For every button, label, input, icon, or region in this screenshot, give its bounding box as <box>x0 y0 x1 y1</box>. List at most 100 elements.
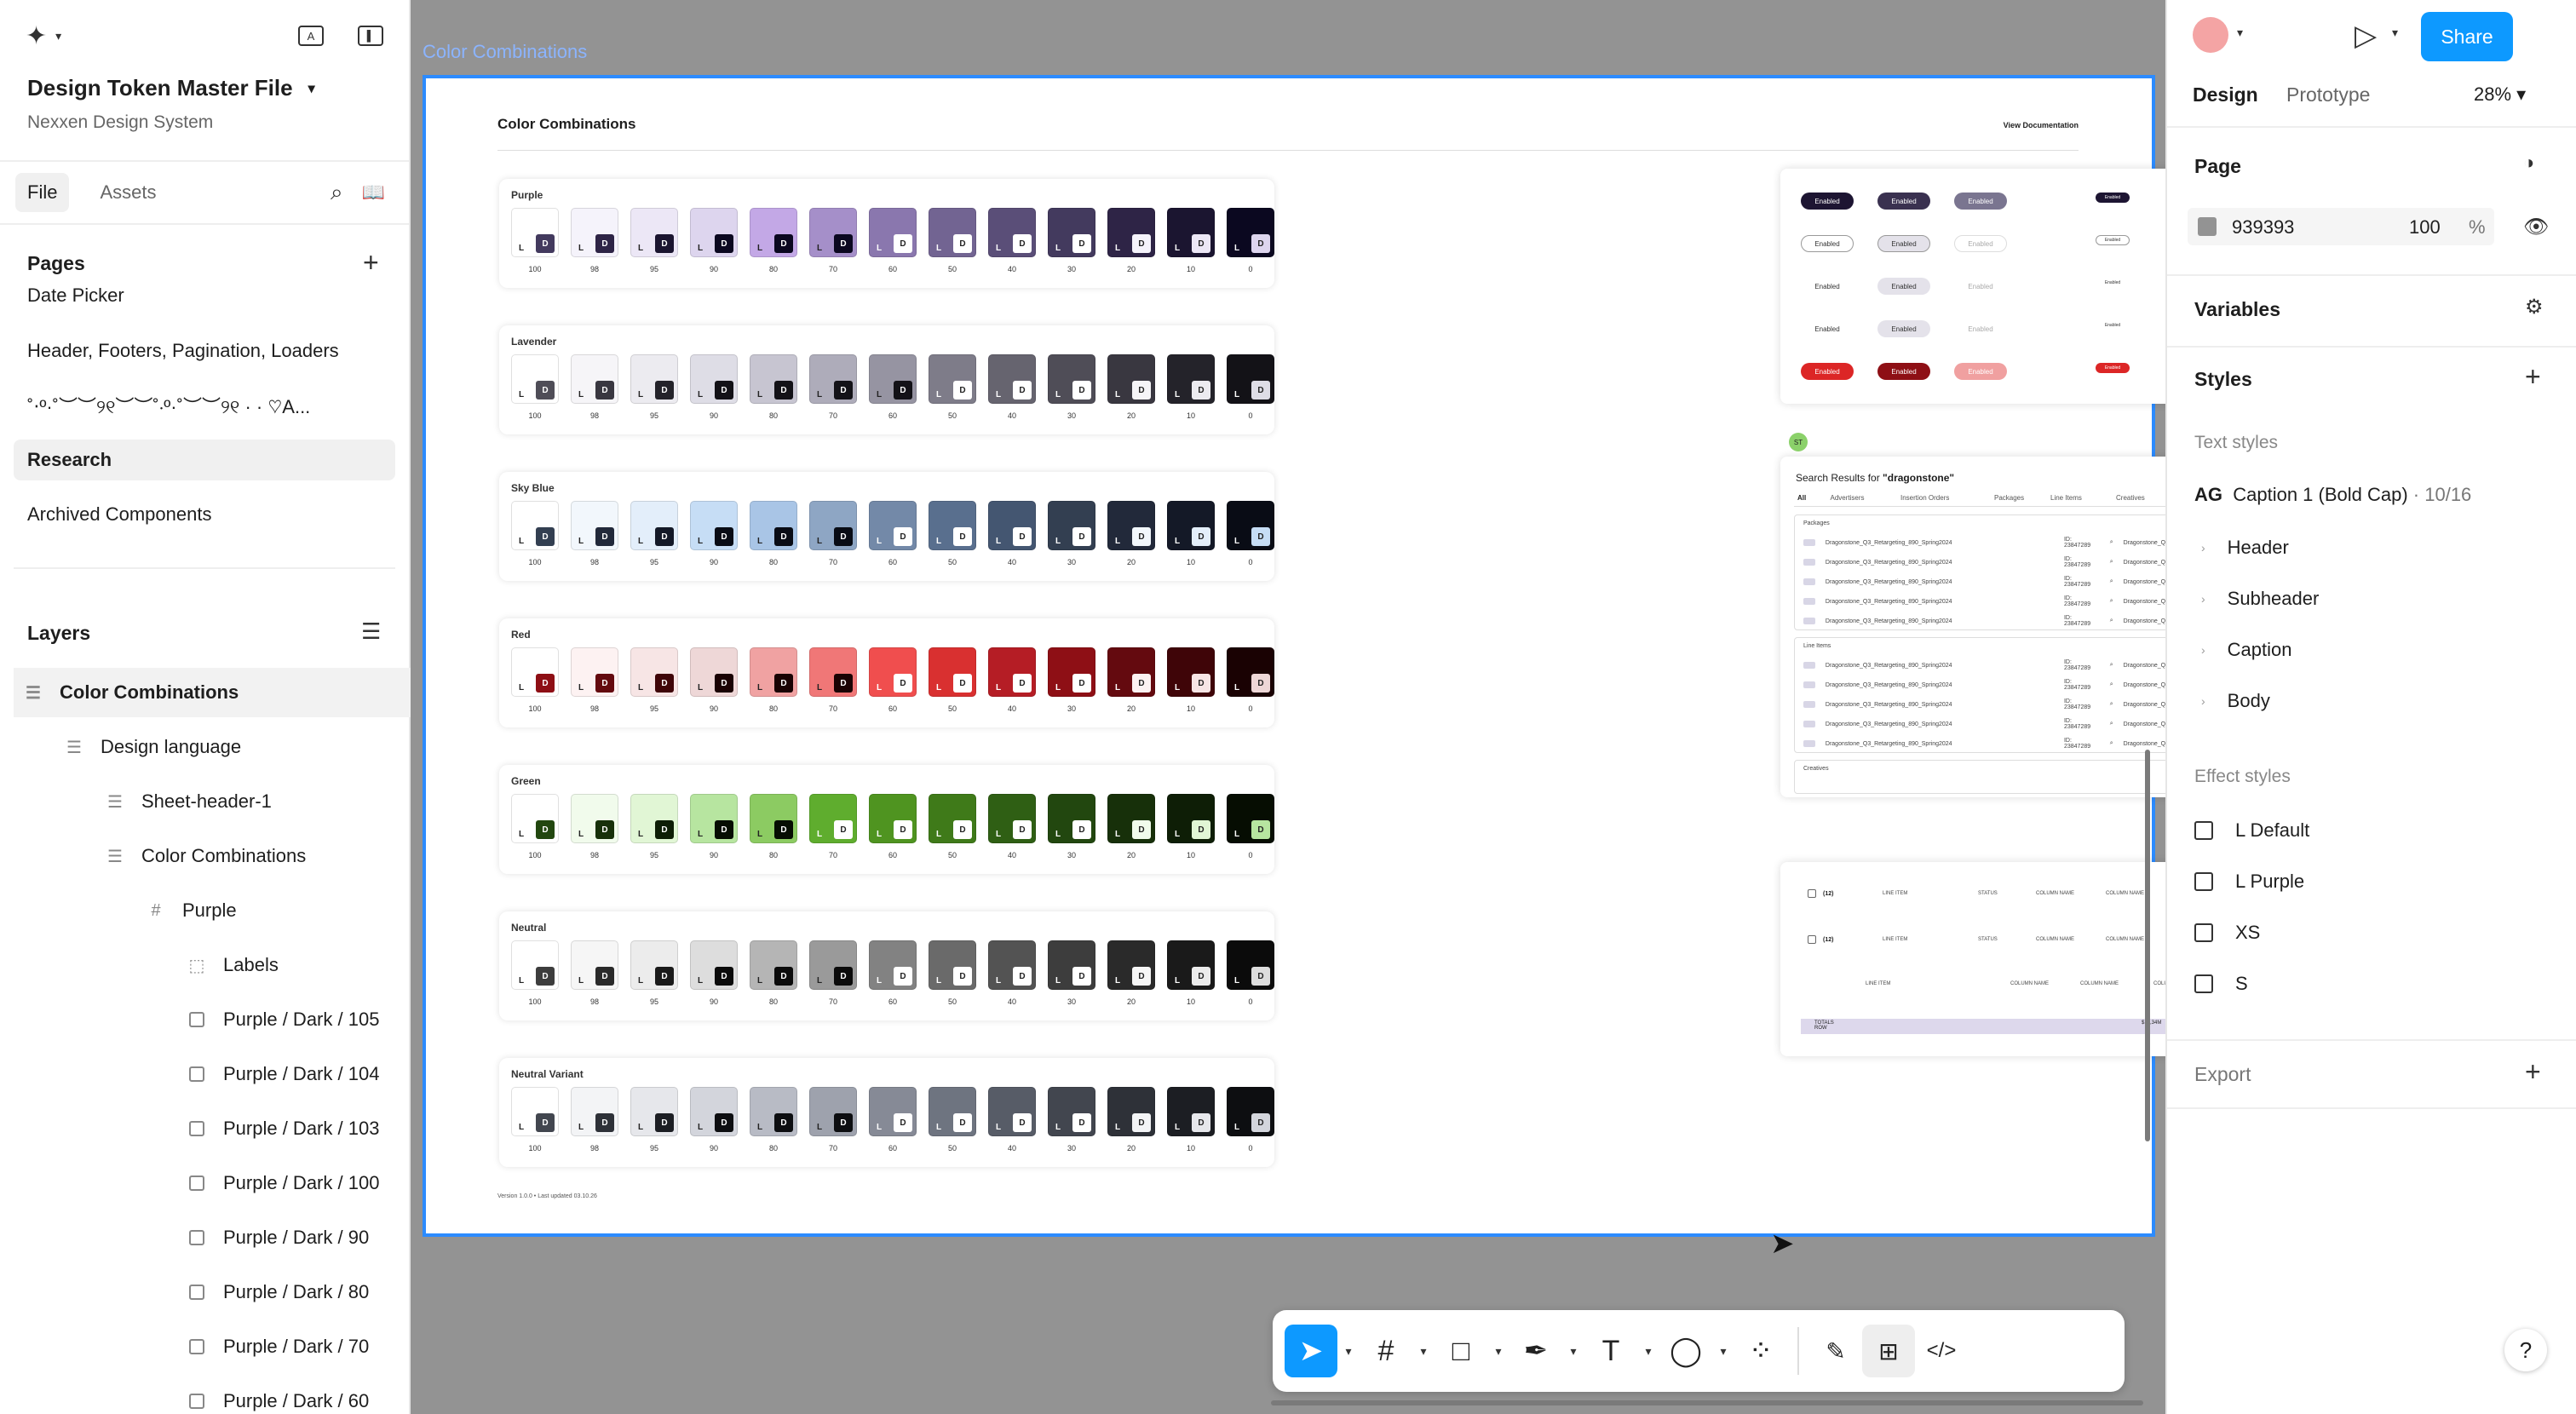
color-swatch[interactable]: LD <box>929 1087 976 1136</box>
sample-button[interactable]: Enabled <box>1877 193 1930 210</box>
color-swatch[interactable]: LD <box>809 794 857 843</box>
color-swatch[interactable]: LD <box>690 647 738 697</box>
sidebar-toggle-icon[interactable]: ▌ <box>358 26 383 46</box>
color-swatch[interactable]: LD <box>571 354 618 404</box>
avatar[interactable] <box>2193 17 2228 53</box>
page-item-archived[interactable]: Archived Components <box>14 494 395 535</box>
chevron-right-icon[interactable]: › <box>2201 643 2205 657</box>
color-swatch[interactable]: LD <box>1107 208 1155 257</box>
figma-menu-icon[interactable]: ✦ <box>26 21 47 51</box>
row-link[interactable]: Dragonstone_Q3_Retargeting_890_Spring202… <box>2124 682 2165 688</box>
search-row[interactable]: Dragonstone_Q3_Retargeting_890_Spring202… <box>1803 534 2165 551</box>
tab-prototype[interactable]: Prototype <box>2286 83 2370 106</box>
color-swatch[interactable]: LD <box>1107 1087 1155 1136</box>
color-swatch[interactable]: LD <box>1107 794 1155 843</box>
effect-style-item[interactable]: L Default <box>2194 819 2309 842</box>
search-tab[interactable]: Advertisers <box>1831 494 1865 502</box>
layer-item[interactable]: Purple / Dark / 90 <box>14 1213 411 1262</box>
layer-item[interactable]: ⬚ Labels <box>14 940 411 990</box>
column-header[interactable]: COLUMN NAME <box>2036 891 2074 896</box>
sample-button[interactable]: Enabled <box>1801 278 1854 295</box>
color-swatch[interactable]: LD <box>571 794 618 843</box>
color-swatch[interactable]: LD <box>1167 647 1215 697</box>
dev-mode-icon[interactable]: </> <box>1915 1325 1968 1377</box>
color-swatch[interactable]: LD <box>750 354 797 404</box>
chevron-down-icon[interactable]: ▾ <box>2237 26 2243 40</box>
tab-file[interactable]: File <box>15 173 70 212</box>
page-options-icon[interactable]: ◑ <box>2523 152 2534 174</box>
column-header[interactable]: COLUMN NAME <box>2106 891 2144 896</box>
row-checkbox[interactable] <box>1808 889 1816 898</box>
page-opacity-value[interactable]: 100 <box>2409 216 2441 239</box>
sample-button[interactable]: Enabled <box>1877 235 1930 252</box>
team-name[interactable]: Nexxen Design System <box>27 112 213 133</box>
search-row[interactable]: Dragonstone_Q3_Retargeting_890_Spring202… <box>1803 696 2165 713</box>
color-swatch[interactable]: LD <box>869 794 917 843</box>
color-swatch[interactable]: LD <box>630 794 678 843</box>
layer-item[interactable]: ☰ Color Combinations <box>14 831 411 881</box>
add-style-icon[interactable]: + <box>2525 361 2541 393</box>
chevron-down-icon[interactable]: ▾ <box>308 80 315 97</box>
row-link[interactable]: Dragonstone_Q3_Retargeting_890_Spring202… <box>2124 741 2165 747</box>
column-header[interactable]: COLUMN NAME <box>2106 937 2144 942</box>
tab-design[interactable]: Design <box>2193 83 2258 106</box>
color-swatch[interactable]: LD <box>630 647 678 697</box>
sample-button-small[interactable]: Enabled <box>2096 320 2130 331</box>
sample-button[interactable]: Enabled <box>1954 193 2007 210</box>
design-mode-icon[interactable]: ⊞ <box>1862 1325 1915 1377</box>
sample-button[interactable]: Enabled <box>1954 278 2007 295</box>
text-style-caption-1[interactable]: AG Caption 1 (Bold Cap) · 10/16 <box>2194 484 2471 506</box>
search-tab[interactable]: All <box>1797 494 1806 502</box>
page-color-value[interactable]: 939393 <box>2232 216 2294 239</box>
row-checkbox[interactable] <box>1808 935 1816 944</box>
color-swatch[interactable]: LD <box>511 501 559 550</box>
effect-style-item[interactable]: L Purple <box>2194 871 2304 893</box>
column-header[interactable]: COLUMN NAME <box>2153 981 2165 986</box>
sample-button-small[interactable]: Enabled <box>2096 193 2130 203</box>
color-swatch[interactable]: LD <box>929 354 976 404</box>
color-swatch[interactable]: LD <box>809 208 857 257</box>
page-color-field[interactable]: 939393 100 % <box>2188 208 2494 245</box>
frame-label[interactable]: Color Combinations <box>423 41 587 63</box>
chevron-down-icon[interactable]: ▾ <box>1337 1344 1360 1359</box>
color-swatch[interactable]: LD <box>1048 501 1095 550</box>
color-swatch[interactable]: LD <box>1227 208 1274 257</box>
present-icon[interactable]: ▷ <box>2355 19 2377 53</box>
share-button[interactable]: Share <box>2421 12 2513 61</box>
sample-button-small[interactable]: Enabled <box>2096 278 2130 288</box>
color-swatch[interactable]: LD <box>1048 208 1095 257</box>
color-swatch[interactable]: LD <box>1107 354 1155 404</box>
color-swatch[interactable]: LD <box>1048 794 1095 843</box>
layer-item[interactable]: ☰ Color Combinations <box>14 668 411 717</box>
color-swatch[interactable]: LD <box>750 501 797 550</box>
color-swatch[interactable]: LD <box>1048 1087 1095 1136</box>
search-row[interactable]: Dragonstone_Q3_Retargeting_890_Spring202… <box>1803 593 2165 610</box>
color-swatch[interactable]: LD <box>929 794 976 843</box>
layer-item[interactable]: Purple / Dark / 100 <box>14 1158 411 1208</box>
variables-settings-icon[interactable]: ⚙ <box>2525 295 2544 319</box>
pen-tool-icon[interactable]: ✒ <box>1509 1325 1562 1377</box>
color-swatch[interactable]: LD <box>690 354 738 404</box>
color-swatch[interactable]: LD <box>1167 794 1215 843</box>
color-swatch[interactable]: LD <box>1167 208 1215 257</box>
color-swatch[interactable]: LD <box>869 1087 917 1136</box>
add-export-icon[interactable]: + <box>2525 1056 2541 1088</box>
color-swatch[interactable]: LD <box>988 647 1036 697</box>
draw-mode-icon[interactable]: ✎ <box>1809 1325 1862 1377</box>
search-row[interactable]: Dragonstone_Q3_Retargeting_890_Spring202… <box>1803 573 2165 590</box>
search-tab[interactable]: Line Items <box>2050 494 2082 502</box>
color-swatch[interactable]: LD <box>929 501 976 550</box>
color-swatch[interactable]: LD <box>1048 354 1095 404</box>
color-swatch[interactable]: LD <box>809 501 857 550</box>
color-swatch[interactable]: LD <box>750 940 797 990</box>
color-swatch[interactable]: LD <box>1048 940 1095 990</box>
color-swatch[interactable]: LD <box>869 208 917 257</box>
chevron-down-icon[interactable]: ▾ <box>1712 1344 1734 1359</box>
color-swatch[interactable]: LD <box>1107 501 1155 550</box>
color-swatch[interactable]: LD <box>1227 940 1274 990</box>
view-documentation-link[interactable]: View Documentation <box>2004 121 2079 129</box>
color-swatch[interactable]: LD <box>690 1087 738 1136</box>
color-swatch[interactable]: LD <box>869 647 917 697</box>
page-item-research[interactable]: Research <box>14 440 395 480</box>
sample-button[interactable]: Enabled <box>1801 363 1854 380</box>
